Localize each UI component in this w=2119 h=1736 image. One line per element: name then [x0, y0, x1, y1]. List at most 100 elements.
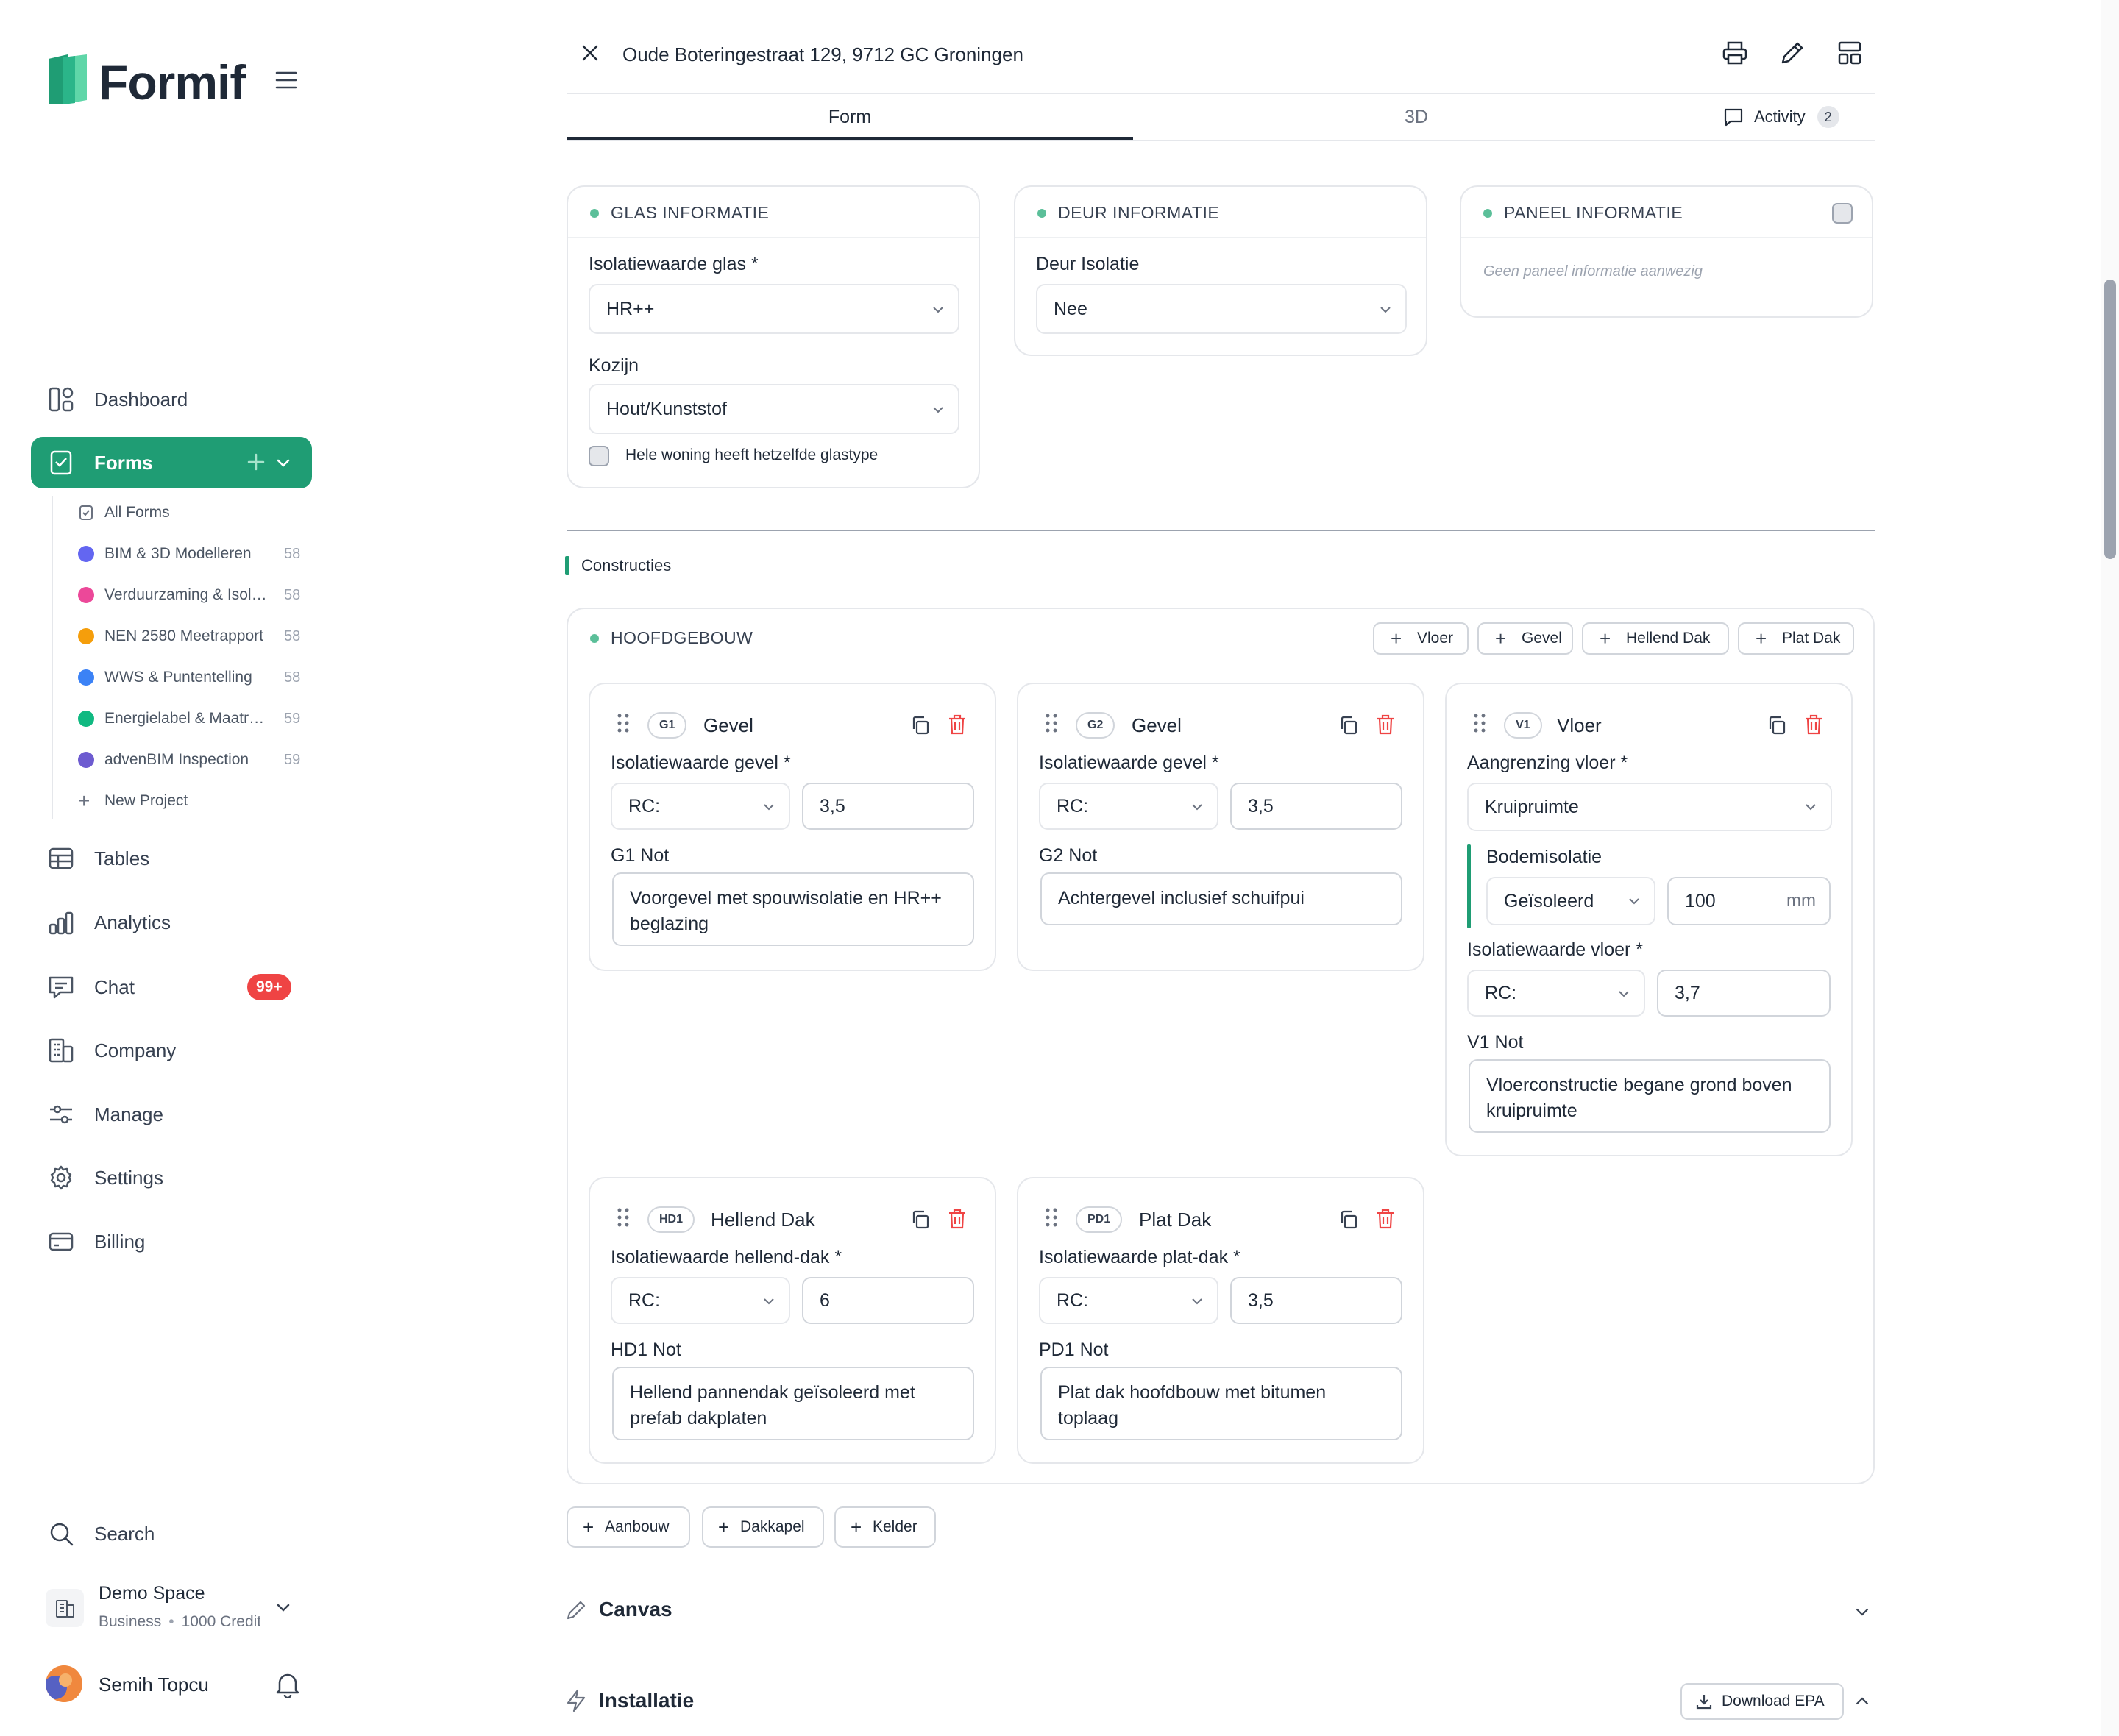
- sidebar-search[interactable]: Search: [31, 1508, 312, 1559]
- add-plat-dak-button[interactable]: + Plat Dak: [1738, 622, 1854, 655]
- rc-select[interactable]: RC:: [1039, 1277, 1218, 1324]
- status-dot: [590, 634, 599, 643]
- nav-settings[interactable]: Settings: [31, 1152, 312, 1203]
- layout-icon[interactable]: [1836, 40, 1863, 66]
- add-kelder-button[interactable]: + Kelder: [834, 1506, 936, 1548]
- avatar[interactable]: [46, 1665, 82, 1702]
- rc-value-input[interactable]: 3,5: [1230, 1277, 1402, 1324]
- nav-analytics[interactable]: Analytics: [31, 897, 312, 948]
- add-aanbouw-button[interactable]: + Aanbouw: [567, 1506, 690, 1548]
- hamburger-menu-icon[interactable]: [275, 71, 297, 90]
- nav-label: Forms: [94, 452, 153, 474]
- bell-icon[interactable]: [275, 1671, 300, 1698]
- rc-value-input[interactable]: 3,5: [1230, 783, 1402, 830]
- deur-isolatie-select[interactable]: Nee: [1036, 284, 1407, 334]
- element-tag: G2: [1076, 712, 1115, 739]
- submenu-new-project[interactable]: + New Project: [78, 786, 271, 816]
- drag-handle-icon[interactable]: [1473, 712, 1486, 734]
- note-textarea[interactable]: Plat dak hoofdbouw met bitumen toplaag: [1040, 1367, 1402, 1440]
- add-gevel-button[interactable]: + Gevel: [1477, 622, 1573, 655]
- add-dakkapel-button[interactable]: + Dakkapel: [702, 1506, 824, 1548]
- rc-select[interactable]: RC:: [611, 1277, 790, 1324]
- nav-dashboard[interactable]: Dashboard: [31, 374, 312, 425]
- bodemisolatie-mm-input[interactable]: 100 mm: [1667, 877, 1831, 925]
- bodemisolatie-select[interactable]: Geïsoleerd: [1486, 877, 1655, 925]
- submenu-project[interactable]: BIM & 3D Modelleren 58: [78, 539, 300, 569]
- trash-icon[interactable]: [1804, 714, 1823, 736]
- note-textarea[interactable]: Hellend pannendak geïsoleerd met prefab …: [612, 1367, 974, 1440]
- nav-company[interactable]: Company: [31, 1025, 312, 1076]
- add-vloer-button[interactable]: + Vloer: [1373, 622, 1469, 655]
- active-tab-indicator: [567, 137, 1133, 140]
- nav-tables[interactable]: Tables: [31, 833, 312, 884]
- section-canvas-title[interactable]: Canvas: [599, 1595, 672, 1624]
- chevron-down-icon: [1804, 800, 1817, 814]
- card-title: HOOFDGEBOUW: [611, 628, 753, 647]
- formif-logo[interactable]: [46, 53, 90, 106]
- submenu-project[interactable]: advenBIM Inspection 59: [78, 745, 300, 775]
- submenu-project[interactable]: NEN 2580 Meetrapport 58: [78, 622, 300, 651]
- note-textarea[interactable]: Voorgevel met spouwisolatie en HR++ begl…: [612, 872, 974, 946]
- card-title: PANEEL INFORMATIE: [1504, 203, 1683, 222]
- close-icon[interactable]: [580, 43, 600, 63]
- chevron-down-icon[interactable]: [274, 453, 293, 472]
- print-icon[interactable]: [1722, 40, 1748, 66]
- rc-value-input[interactable]: 6: [802, 1277, 974, 1324]
- chevron-up-icon[interactable]: [1853, 1692, 1872, 1711]
- copy-icon[interactable]: [911, 715, 930, 736]
- trash-icon[interactable]: [948, 1208, 967, 1230]
- drag-handle-icon[interactable]: [1045, 1206, 1058, 1228]
- rc-value-input[interactable]: 3,7: [1657, 970, 1831, 1017]
- drag-handle-icon[interactable]: [617, 1206, 630, 1228]
- note-textarea[interactable]: Vloerconstructie begane grond boven krui…: [1469, 1059, 1831, 1133]
- tab-activity[interactable]: Activity 2: [1723, 93, 1839, 141]
- analytics-icon: [47, 908, 75, 936]
- isolatie-glas-select[interactable]: HR++: [589, 284, 959, 334]
- rc-select[interactable]: RC:: [1039, 783, 1218, 830]
- submenu-all-forms[interactable]: All Forms: [78, 498, 271, 527]
- download-epa-button[interactable]: Download EPA: [1680, 1683, 1844, 1720]
- rc-value-input[interactable]: 3,5: [802, 783, 974, 830]
- card-title: DEUR INFORMATIE: [1058, 203, 1220, 222]
- drag-handle-icon[interactable]: [617, 712, 630, 734]
- trash-icon[interactable]: [948, 714, 967, 736]
- rc-select[interactable]: RC:: [611, 783, 790, 830]
- edit-pencil-icon[interactable]: [1779, 40, 1806, 66]
- add-form-icon[interactable]: [244, 450, 268, 474]
- element-title: Gevel: [703, 714, 753, 736]
- rc-select[interactable]: RC:: [1467, 970, 1645, 1017]
- paneel-checkbox[interactable]: [1832, 203, 1853, 224]
- nav-forms[interactable]: Forms: [31, 437, 312, 488]
- copy-icon[interactable]: [1339, 715, 1358, 736]
- nav-billing[interactable]: Billing: [31, 1216, 312, 1267]
- copy-icon[interactable]: [1339, 1209, 1358, 1230]
- aangrenzing-select[interactable]: Kruipruimte: [1467, 783, 1832, 831]
- add-hellend-dak-button[interactable]: + Hellend Dak: [1582, 622, 1729, 655]
- drag-handle-icon[interactable]: [1045, 712, 1058, 734]
- scrollbar-thumb[interactable]: [2104, 280, 2116, 559]
- trash-icon[interactable]: [1376, 714, 1395, 736]
- tab-form[interactable]: Form: [567, 93, 1133, 141]
- section-installatie-title[interactable]: Installatie: [599, 1686, 694, 1715]
- same-glastype-checkbox[interactable]: [589, 446, 609, 466]
- note-textarea[interactable]: Achtergevel inclusief schuifpui: [1040, 872, 1402, 925]
- nav-label: Dashboard: [94, 388, 188, 410]
- chat-icon: [47, 973, 75, 1001]
- plus-icon: +: [851, 1516, 862, 1538]
- kozijn-select[interactable]: Hout/Kunststof: [589, 384, 959, 434]
- submenu-project[interactable]: Verduurzaming & Isolatie 58: [78, 580, 300, 610]
- project-color-dot: [78, 752, 94, 768]
- nav-manage[interactable]: Manage: [31, 1089, 312, 1140]
- chevron-down-icon[interactable]: [274, 1598, 293, 1617]
- element-title: Hellend Dak: [711, 1209, 815, 1231]
- submenu-project[interactable]: WWS & Puntentelling 58: [78, 663, 300, 692]
- section-divider: [567, 530, 1875, 531]
- copy-icon[interactable]: [911, 1209, 930, 1230]
- copy-icon[interactable]: [1767, 715, 1786, 736]
- workspace-name[interactable]: Demo Space: [99, 1580, 205, 1607]
- submenu-project[interactable]: Energielabel & Maatregelen 59: [78, 704, 300, 733]
- tab-3d[interactable]: 3D: [1133, 93, 1700, 141]
- scrollbar-track[interactable]: [2101, 0, 2119, 1736]
- trash-icon[interactable]: [1376, 1208, 1395, 1230]
- chevron-down-icon[interactable]: [1853, 1602, 1872, 1621]
